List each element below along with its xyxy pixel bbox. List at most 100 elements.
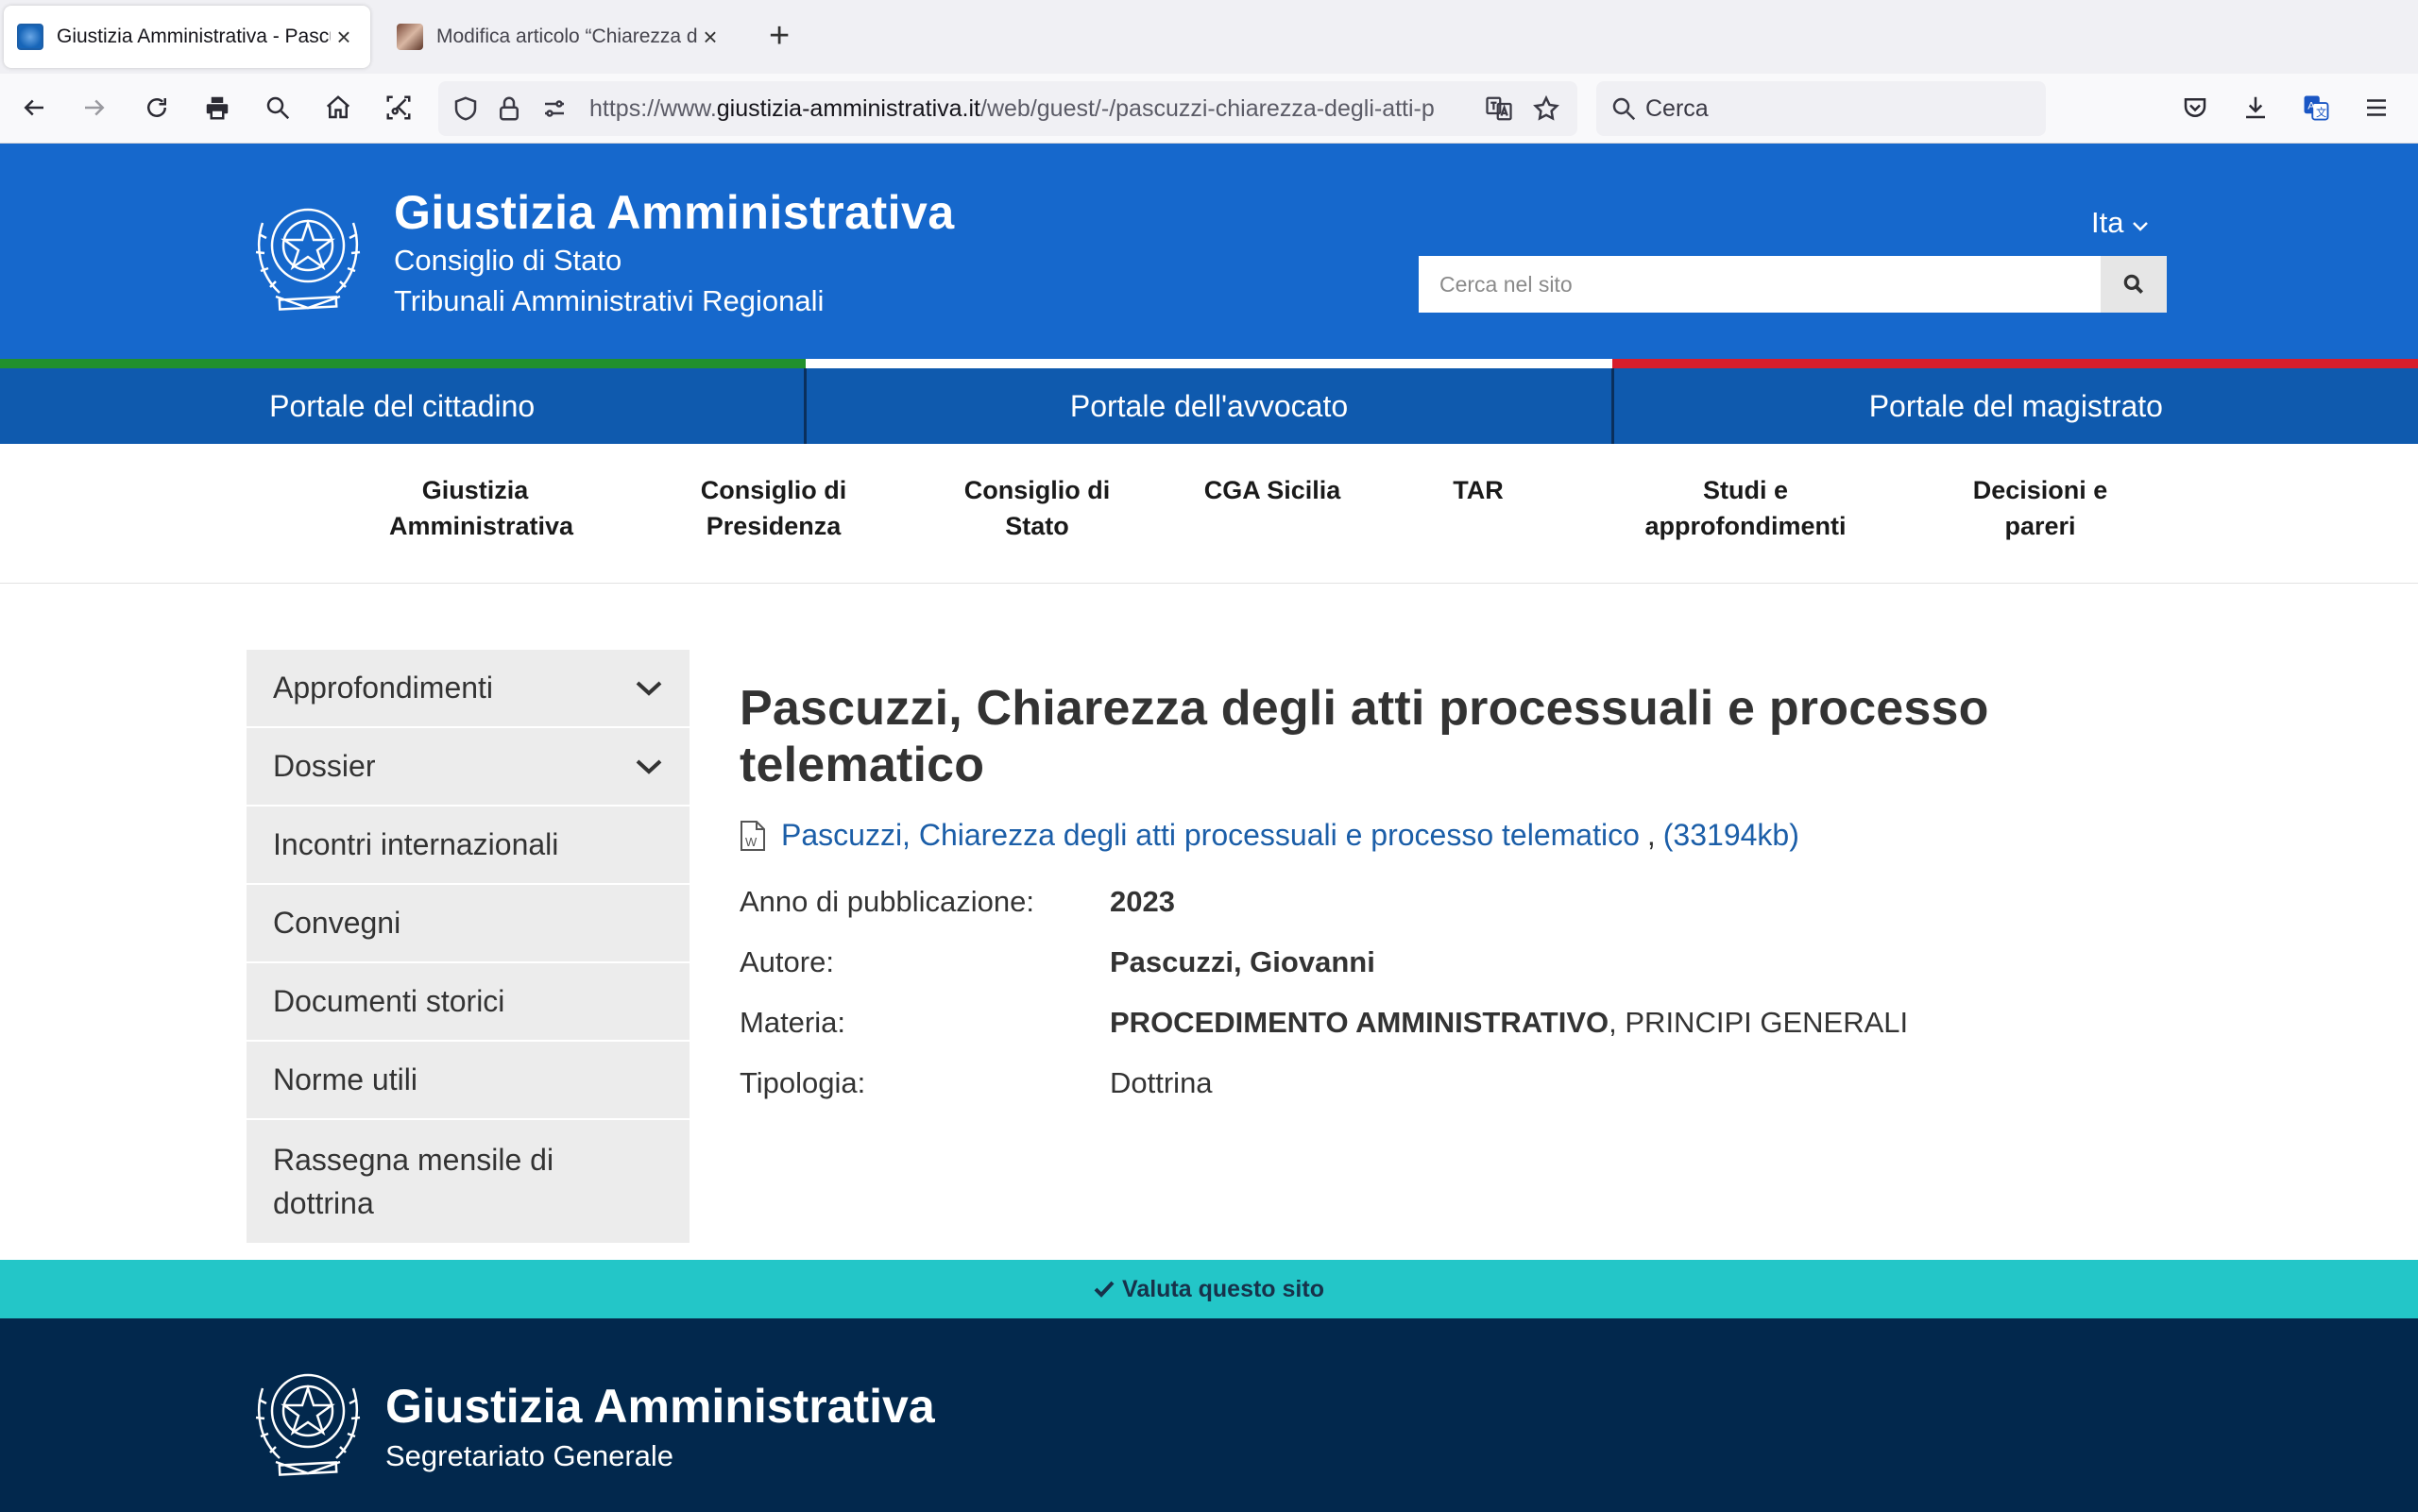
search-icon xyxy=(2123,274,2144,295)
metadata-list: Anno di pubblicazione: 2023 Autore: Pasc… xyxy=(740,872,2156,1113)
metadata-value: Pascuzzi, Giovanni xyxy=(1110,945,1375,979)
url-prefix: https://www. xyxy=(589,95,717,122)
chevron-down-icon xyxy=(2133,222,2148,231)
sidebar-item-label: Rassegna mensile di dottrina xyxy=(273,1143,554,1220)
nav-giustizia-amministrativa[interactable]: Giustizia Amministrativa xyxy=(389,472,573,544)
svg-text:文: 文 xyxy=(2316,106,2326,119)
portal-magistrato[interactable]: Portale del magistrato xyxy=(1614,368,2418,444)
document-download: W Pascuzzi, Chiarezza degli atti process… xyxy=(740,818,2156,853)
nav-label: Consiglio di Presidenza xyxy=(700,476,847,540)
nav-label: Studi e approfondimenti xyxy=(1644,476,1847,540)
metadata-value: PROCEDIMENTO AMMINISTRATIVO, PRINCIPI GE… xyxy=(1110,1006,1908,1040)
lock-icon[interactable] xyxy=(495,94,523,123)
sidebar: Approfondimenti Dossier Incontri interna… xyxy=(247,650,690,1245)
sidebar-item-label: Dossier xyxy=(273,749,376,783)
nav-consiglio-di-stato[interactable]: Consiglio di Stato xyxy=(952,472,1122,544)
address-bar[interactable]: https://www.giustizia-amministrativa.it/… xyxy=(438,81,1577,136)
sidebar-item-label: Convegni xyxy=(273,906,401,940)
sidebar-item-incontri-internazionali[interactable]: Incontri internazionali xyxy=(247,807,690,885)
footer-title: Giustizia Amministrativa xyxy=(385,1380,935,1433)
site-search-input[interactable] xyxy=(1419,256,2099,313)
chevron-down-icon[interactable] xyxy=(635,679,663,698)
site-subtitle: Tribunali Amministrativi Regionali xyxy=(394,284,825,317)
sidebar-item-rassegna-mensile[interactable]: Rassegna mensile di dottrina xyxy=(247,1120,690,1245)
pocket-icon[interactable] xyxy=(2174,87,2216,128)
word-document-icon: W xyxy=(741,820,765,851)
svg-text:A: A xyxy=(2307,100,2315,111)
metadata-value-bold: PROCEDIMENTO AMMINISTRATIVO xyxy=(1110,1006,1609,1039)
site-search-button[interactable] xyxy=(2101,256,2167,313)
nav-consiglio-di-presidenza[interactable]: Consiglio di Presidenza xyxy=(689,472,859,544)
tab-title: Modifica articolo “Chiarezza degli xyxy=(436,25,697,47)
url-text[interactable]: https://www.giustizia-amministrativa.it/… xyxy=(589,95,1447,123)
print-icon[interactable] xyxy=(196,87,238,128)
nav-label: CGA Sicilia xyxy=(1203,476,1341,504)
portal-cittadino[interactable]: Portale del cittadino xyxy=(0,368,808,444)
language-label: Ita xyxy=(2091,206,2124,239)
new-tab-button[interactable]: + xyxy=(769,17,790,55)
menu-icon[interactable] xyxy=(2356,87,2397,128)
portal-avvocato[interactable]: Portale dell'avvocato xyxy=(807,368,1614,444)
nav-tar[interactable]: TAR xyxy=(1436,472,1521,508)
metadata-value-bold: Pascuzzi, Giovanni xyxy=(1110,945,1375,978)
translate-icon[interactable] xyxy=(1485,94,1513,123)
document-size[interactable]: (33194kb) xyxy=(1663,818,1799,853)
close-tab-icon[interactable]: × xyxy=(331,23,357,52)
site-header: Giustizia Amministrativa Consiglio di St… xyxy=(0,144,2418,359)
sidebar-item-label: Documenti storici xyxy=(273,984,505,1018)
nav-label: TAR xyxy=(1453,476,1504,504)
chevron-down-icon[interactable] xyxy=(635,757,663,776)
browser-tab-strip: Giustizia Amministrativa - Pascuzzi × Mo… xyxy=(0,0,2418,74)
metadata-key: Tipologia: xyxy=(740,1066,866,1099)
nav-studi-e-approfondimenti[interactable]: Studi e approfondimenti xyxy=(1606,472,1885,544)
nav-cga-sicilia[interactable]: CGA Sicilia xyxy=(1200,472,1345,508)
nav-decisioni-e-pareri[interactable]: Decisioni e pareri xyxy=(1965,472,2116,544)
site-title[interactable]: Giustizia Amministrativa xyxy=(394,185,955,240)
home-icon[interactable] xyxy=(317,87,359,128)
link-separator: , xyxy=(1646,818,1656,852)
italian-republic-emblem-icon[interactable] xyxy=(247,185,368,319)
rate-site-label: Valuta questo sito xyxy=(1122,1275,1324,1302)
bookmark-star-icon[interactable] xyxy=(1532,94,1560,123)
browser-search-bar[interactable]: Cerca xyxy=(1596,81,2046,136)
sidebar-item-label: Approfondimenti xyxy=(273,671,494,705)
back-icon[interactable] xyxy=(13,87,55,128)
document-link[interactable]: Pascuzzi, Chiarezza degli atti processua… xyxy=(781,818,1640,853)
nav-label: Decisioni e pareri xyxy=(1972,476,2108,540)
check-icon xyxy=(1094,1281,1115,1298)
sidebar-item-label: Norme utili xyxy=(273,1062,417,1096)
flag-red-stripe xyxy=(1611,359,2418,368)
metadata-key: Anno di pubblicazione: xyxy=(740,885,1034,918)
zoom-search-icon[interactable] xyxy=(257,87,298,128)
browser-tab[interactable]: Modifica articolo “Chiarezza degli × xyxy=(385,6,735,68)
close-tab-icon[interactable]: × xyxy=(697,23,724,52)
sidebar-item-approfondimenti[interactable]: Approfondimenti xyxy=(247,650,690,728)
footer-subtitle: Segretariato Generale xyxy=(385,1439,674,1472)
rate-site-bar[interactable]: Valuta questo sito xyxy=(0,1260,2418,1318)
translator-extension-icon[interactable]: A文 xyxy=(2295,87,2337,128)
sidebar-item-dossier[interactable]: Dossier xyxy=(247,728,690,807)
flag-green-stripe xyxy=(0,359,807,368)
sidebar-item-convegni[interactable]: Convegni xyxy=(247,885,690,963)
screenshot-icon[interactable] xyxy=(378,87,419,128)
shield-icon[interactable] xyxy=(451,94,480,123)
sidebar-item-documenti-storici[interactable]: Documenti storici xyxy=(247,963,690,1042)
sidebar-item-norme-utili[interactable]: Norme utili xyxy=(247,1042,690,1120)
forward-icon[interactable] xyxy=(74,87,115,128)
metadata-value-bold: 2023 xyxy=(1110,885,1175,918)
search-icon xyxy=(1612,97,1636,121)
italian-republic-emblem-icon xyxy=(255,1373,361,1476)
reload-icon[interactable] xyxy=(136,87,178,128)
permissions-icon[interactable] xyxy=(540,94,569,123)
metadata-row: Anno di pubblicazione: 2023 xyxy=(740,872,2156,932)
site-subtitle: Consiglio di Stato xyxy=(394,244,622,277)
downloads-icon[interactable] xyxy=(2235,87,2276,128)
browser-tab-active[interactable]: Giustizia Amministrativa - Pascuzzi × xyxy=(4,6,370,68)
metadata-row: Tipologia: Dottrina xyxy=(740,1053,2156,1113)
browser-search-placeholder: Cerca xyxy=(1645,95,1709,122)
metadata-row: Autore: Pascuzzi, Giovanni xyxy=(740,932,2156,993)
sidebar-item-label: Incontri internazionali xyxy=(273,827,559,861)
url-path: /web/guest/-/pascuzzi-chiarezza-degli-at… xyxy=(980,95,1435,122)
secondary-nav: Giustizia Amministrativa Consiglio di Pr… xyxy=(0,444,2418,584)
language-selector[interactable]: Ita xyxy=(2091,206,2149,240)
